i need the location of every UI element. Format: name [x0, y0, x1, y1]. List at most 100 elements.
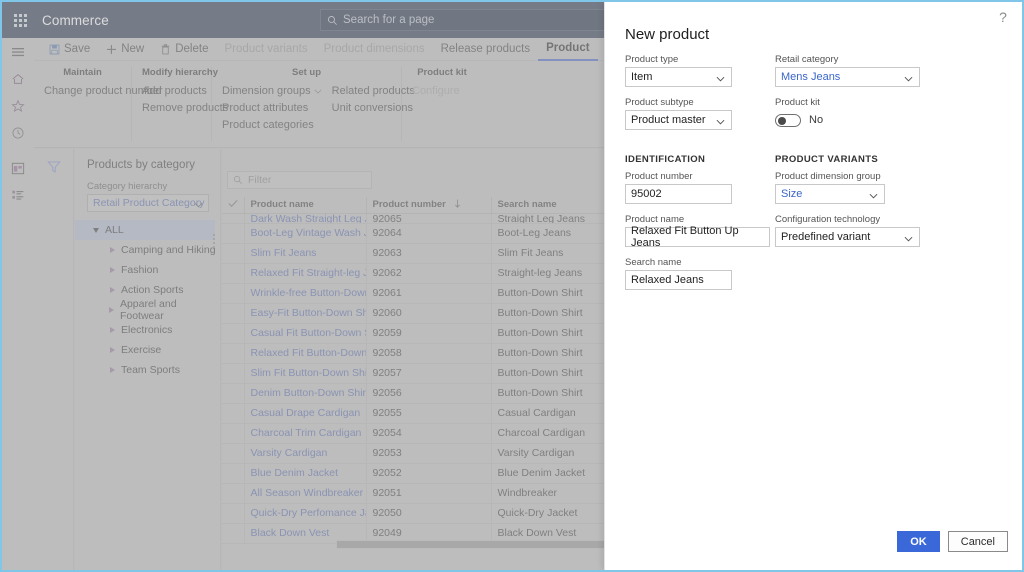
row-checkbox-cell[interactable]	[222, 463, 245, 484]
triangle-right-icon[interactable]	[103, 267, 121, 273]
cell-product-name[interactable]: Boot-Leg Vintage Wash Jeans	[244, 223, 367, 244]
row-checkbox-cell[interactable]	[222, 243, 245, 264]
product-categories-command[interactable]: Product categories	[222, 119, 322, 131]
row-checkbox-cell[interactable]	[222, 223, 245, 244]
row-checkbox-cell[interactable]	[222, 363, 245, 384]
table-row[interactable]: Casual Fit Button-Down Shirt 92059 Butto…	[222, 323, 604, 344]
grid-filter-input[interactable]: Filter	[227, 171, 372, 189]
tab-product-variants[interactable]: Product variants	[216, 38, 315, 61]
table-row[interactable]: Dark Wash Straight Leg Jeans 92065 Strai…	[222, 213, 604, 224]
row-checkbox-cell[interactable]	[222, 303, 245, 324]
ok-button[interactable]: OK	[897, 531, 940, 552]
row-checkbox-cell[interactable]	[222, 213, 245, 224]
global-search-box[interactable]: Search for a page	[320, 9, 604, 31]
table-row[interactable]: Easy-Fit Button-Down Shirt 92060 Button-…	[222, 303, 604, 324]
column-header-search-name[interactable]: Search name	[491, 197, 604, 214]
table-row[interactable]: Blue Denim Jacket 92052 Blue Denim Jacke…	[222, 463, 604, 484]
triangle-right-icon[interactable]	[103, 327, 121, 333]
cell-product-name[interactable]: Relaxed Fit Button-Down Shirt	[244, 343, 367, 364]
cell-product-name[interactable]: Varsity Cardigan	[244, 443, 367, 464]
row-checkbox-cell[interactable]	[222, 283, 245, 304]
pane-splitter-handle[interactable]	[213, 234, 215, 250]
table-row[interactable]: Charcoal Trim Cardigan 92054 Charcoal Ca…	[222, 423, 604, 444]
cell-product-name[interactable]: Casual Fit Button-Down Shirt	[244, 323, 367, 344]
tree-node-action-sports[interactable]: Action Sports	[81, 280, 220, 300]
row-checkbox-cell[interactable]	[222, 503, 245, 524]
product-subtype-select[interactable]: Product master	[625, 110, 732, 130]
question-mark-icon[interactable]: ?	[994, 8, 1012, 26]
tree-node-apparel-and-footwear[interactable]: Apparel and Footwear	[81, 298, 220, 322]
configure-command[interactable]: Configure	[412, 85, 460, 97]
table-row[interactable]: Boot-Leg Vintage Wash Jeans 92064 Boot-L…	[222, 223, 604, 244]
column-header-product-name[interactable]: Product name	[244, 197, 367, 214]
clock-icon[interactable]	[2, 119, 34, 146]
tree-node-all[interactable]: ALL	[75, 220, 215, 240]
table-row[interactable]: Wrinkle-free Button-Down Shirt 92061 But…	[222, 283, 604, 304]
star-icon[interactable]	[2, 92, 34, 119]
triangle-right-icon[interactable]	[103, 287, 121, 293]
cell-product-name[interactable]: Quick-Dry Perfomance Jacket	[244, 503, 367, 524]
cell-product-name[interactable]: Relaxed Fit Straight-leg Jeans	[244, 263, 367, 284]
delete-button[interactable]: Delete	[152, 38, 216, 61]
product-number-input[interactable]: 95002	[625, 184, 732, 204]
triangle-right-icon[interactable]	[103, 367, 121, 373]
tree-node-electronics[interactable]: Electronics	[81, 320, 220, 340]
tree-node-exercise[interactable]: Exercise	[81, 340, 220, 360]
cell-product-name[interactable]: All Season Windbreaker	[244, 483, 367, 504]
workspace-icon[interactable]	[2, 155, 34, 182]
table-row[interactable]: Varsity Cardigan 92053 Varsity Cardigan	[222, 443, 604, 464]
grid-horizontal-scrollbar[interactable]	[336, 540, 604, 549]
row-checkbox-cell[interactable]	[222, 383, 245, 404]
cell-product-name[interactable]: Slim Fit Button-Down Shirt	[244, 363, 367, 384]
hamburger-icon[interactable]	[2, 38, 34, 65]
table-row[interactable]: Quick-Dry Perfomance Jacket 92050 Quick-…	[222, 503, 604, 524]
save-button[interactable]: Save	[41, 38, 98, 61]
tab-release-products[interactable]: Release products	[433, 38, 539, 61]
cell-product-name[interactable]: Casual Drape Cardigan	[244, 403, 367, 424]
table-row[interactable]: Denim Button-Down Shirt 92056 Button-Dow…	[222, 383, 604, 404]
triangle-right-icon[interactable]	[103, 307, 120, 313]
row-checkbox-cell[interactable]	[222, 323, 245, 344]
cell-product-name[interactable]: Charcoal Trim Cardigan	[244, 423, 367, 444]
product-attributes-command[interactable]: Product attributes	[222, 102, 322, 114]
triangle-right-icon[interactable]	[103, 247, 121, 253]
row-checkbox-cell[interactable]	[222, 263, 245, 284]
product-dimension-group-select[interactable]: Size	[775, 184, 885, 204]
new-button[interactable]: New	[98, 38, 152, 61]
select-all-header[interactable]	[222, 197, 245, 214]
triangle-right-icon[interactable]	[103, 347, 121, 353]
cell-product-name[interactable]: Denim Button-Down Shirt	[244, 383, 367, 404]
cell-product-name[interactable]: Dark Wash Straight Leg Jeans	[244, 213, 367, 224]
app-launcher-icon[interactable]	[2, 2, 38, 38]
category-hierarchy-select[interactable]: Retail Product Category	[87, 194, 209, 212]
cell-product-name[interactable]: Wrinkle-free Button-Down Shirt	[244, 283, 367, 304]
row-checkbox-cell[interactable]	[222, 403, 245, 424]
cell-product-name[interactable]: Easy-Fit Button-Down Shirt	[244, 303, 367, 324]
table-row[interactable]: Slim Fit Button-Down Shirt 92057 Button-…	[222, 363, 604, 384]
search-name-input[interactable]: Relaxed Jeans	[625, 270, 732, 290]
triangle-down-icon[interactable]	[87, 227, 105, 233]
home-icon[interactable]	[2, 65, 34, 92]
tree-node-camping-and-hiking[interactable]: Camping and Hiking	[81, 240, 220, 260]
tree-node-team-sports[interactable]: Team Sports	[81, 360, 220, 380]
row-checkbox-cell[interactable]	[222, 343, 245, 364]
cell-product-name[interactable]: Blue Denim Jacket	[244, 463, 367, 484]
retail-category-select[interactable]: Mens Jeans	[775, 67, 920, 87]
configuration-technology-select[interactable]: Predefined variant	[775, 227, 920, 247]
row-checkbox-cell[interactable]	[222, 523, 245, 544]
column-header-product-number[interactable]: Product number	[366, 197, 492, 214]
row-checkbox-cell[interactable]	[222, 423, 245, 444]
cancel-button[interactable]: Cancel	[947, 531, 1008, 552]
table-row[interactable]: Relaxed Fit Straight-leg Jeans 92062 Str…	[222, 263, 604, 284]
tab-product-dimensions[interactable]: Product dimensions	[316, 38, 433, 61]
tab-product[interactable]: Product	[538, 38, 598, 61]
row-checkbox-cell[interactable]	[222, 483, 245, 504]
tree-node-fashion[interactable]: Fashion	[81, 260, 220, 280]
dimension-groups-command[interactable]: Dimension groups	[222, 85, 322, 97]
table-row[interactable]: Casual Drape Cardigan 92055 Casual Cardi…	[222, 403, 604, 424]
table-row[interactable]: All Season Windbreaker 92051 Windbreaker	[222, 483, 604, 504]
product-name-input[interactable]: Relaxed Fit Button Up Jeans	[625, 225, 770, 249]
row-checkbox-cell[interactable]	[222, 443, 245, 464]
table-row[interactable]: Slim Fit Jeans 92063 Slim Fit Jeans	[222, 243, 604, 264]
product-kit-toggle[interactable]: No	[775, 110, 935, 130]
